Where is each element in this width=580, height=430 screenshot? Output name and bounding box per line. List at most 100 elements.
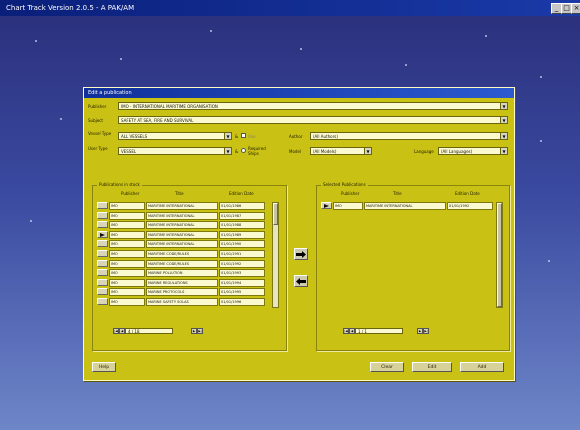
chevron-down-icon[interactable]: ▼ [500, 103, 507, 109]
cell-edition-date[interactable]: 01/01/1994 [219, 278, 265, 287]
cell-edition-date[interactable]: 01/01/1991 [219, 250, 265, 258]
subject-value: SAFETY AT SEA, FIRE AND SURVIVAL [121, 118, 194, 123]
cell-edition-date[interactable]: 01/01/1995 [219, 288, 265, 297]
cell-publisher[interactable]: IMO [109, 259, 145, 268]
help-button[interactable]: Help [92, 362, 116, 372]
language-value: (All Languages) [441, 149, 473, 154]
dialog-title-bar: Edit a publication [84, 88, 514, 98]
row-selector[interactable] [97, 269, 108, 277]
cell-edition-date[interactable]: 01/01/1993 [219, 269, 265, 278]
row-selector[interactable] [97, 259, 108, 267]
cell-title[interactable]: MARITIME INTERNATIONAL [146, 202, 218, 210]
move-left-button[interactable] [294, 275, 308, 287]
vessel-type-label: Vessel Type [88, 131, 112, 136]
model-label: Model [289, 149, 302, 154]
column-header-title: Title [175, 191, 184, 196]
author-value: (All Authors) [313, 134, 338, 139]
subject-select[interactable]: SAFETY AT SEA, FIRE AND SURVIVAL ▼ [118, 116, 508, 124]
close-button[interactable]: × [571, 3, 580, 14]
panel-title: Publications in stock [97, 182, 142, 187]
required-ships-radio[interactable] [241, 148, 246, 153]
column-header-edition-date: Edition Date [455, 191, 480, 196]
star-decoration [485, 35, 487, 37]
cell-title[interactable]: MARITIME INTERNATIONAL [364, 202, 446, 210]
row-selector[interactable] [97, 250, 108, 257]
edit-publication-dialog: Edit a publication Publisher IMO - INTER… [83, 87, 515, 381]
star-decoration [120, 58, 122, 60]
row-selector[interactable] [97, 230, 108, 238]
cell-publisher[interactable]: IMO [333, 202, 363, 210]
row-selector[interactable] [97, 288, 108, 296]
cell-title[interactable]: MARITIME INTERNATIONAL [146, 230, 218, 239]
chevron-down-icon[interactable]: ▼ [224, 133, 231, 139]
cell-title[interactable]: MARITIME INTERNATIONAL [146, 221, 218, 230]
use-label: Use [248, 134, 256, 139]
scrollbar-thumb[interactable] [497, 203, 502, 307]
cell-title[interactable]: MARINE REGULATIONS [146, 278, 218, 287]
cell-title[interactable]: MARITIME CODE/RULES [146, 250, 218, 258]
scrollbar-thumb[interactable] [273, 203, 278, 225]
star-decoration [30, 220, 32, 222]
user-type-amp: & [235, 149, 239, 154]
row-selector[interactable] [97, 202, 108, 209]
record-position[interactable]: 4 / 18 [125, 328, 173, 334]
cell-edition-date[interactable]: 01/01/1986 [219, 202, 265, 210]
cell-edition-date[interactable]: 01/01/1992 [447, 202, 493, 210]
language-select[interactable]: (All Languages) ▼ [438, 147, 508, 155]
cell-title[interactable]: MARITIME CODE/RULES [146, 259, 218, 268]
cell-edition-date[interactable]: 01/01/1988 [219, 221, 265, 230]
last-record-button[interactable]: ▶| [197, 328, 203, 334]
move-right-button[interactable] [294, 248, 308, 260]
cell-publisher[interactable]: IMO [109, 278, 145, 287]
chevron-down-icon[interactable]: ▼ [500, 133, 507, 139]
cell-publisher[interactable]: IMO [109, 230, 145, 239]
author-select[interactable]: (All Authors) ▼ [310, 132, 508, 140]
row-selector[interactable] [97, 298, 108, 305]
cell-publisher[interactable]: IMO [109, 202, 145, 210]
cell-edition-date[interactable]: 01/01/1992 [219, 259, 265, 268]
star-decoration [300, 48, 302, 50]
cell-publisher[interactable]: IMO [109, 288, 145, 297]
column-header-title: Title [393, 191, 402, 196]
edit-button[interactable]: Edit [412, 362, 452, 372]
row-selector[interactable] [97, 240, 108, 248]
vessel-type-select[interactable]: ALL VESSELS ▼ [118, 132, 232, 140]
cell-publisher[interactable]: IMO [109, 269, 145, 278]
record-position[interactable]: 1 / 1 [355, 328, 403, 334]
column-header-publisher: Publisher [341, 191, 360, 196]
model-select[interactable]: (All Models) ▼ [310, 147, 372, 155]
cell-edition-date[interactable]: 01/01/1989 [219, 230, 265, 239]
chevron-down-icon[interactable]: ▼ [224, 148, 231, 154]
cell-publisher[interactable]: IMO [109, 211, 145, 220]
cell-edition-date[interactable]: 01/01/1996 [219, 298, 265, 306]
row-selector[interactable] [321, 202, 332, 209]
arrow-left-icon [296, 277, 306, 285]
required-ships-label: Required Ships [248, 146, 266, 156]
cell-publisher[interactable]: IMO [109, 250, 145, 258]
selected-scrollbar[interactable] [496, 202, 503, 308]
add-button[interactable]: Add [460, 362, 504, 372]
chevron-down-icon[interactable]: ▼ [500, 117, 507, 123]
publisher-value: IMO - INTERNATIONAL MARITIME ORGANISATIO… [121, 104, 218, 109]
chevron-down-icon[interactable]: ▼ [364, 148, 371, 154]
clear-button[interactable]: Clear [370, 362, 404, 372]
stock-scrollbar[interactable] [272, 202, 279, 308]
use-checkbox[interactable] [241, 133, 246, 138]
cell-title[interactable]: MARINE SAFETY SOLAS [146, 298, 218, 306]
cell-edition-date[interactable]: 01/01/1990 [219, 240, 265, 249]
cell-title[interactable]: MARINE POLLUTION [146, 269, 218, 278]
cell-publisher[interactable]: IMO [109, 298, 145, 306]
publisher-select[interactable]: IMO - INTERNATIONAL MARITIME ORGANISATIO… [118, 102, 508, 110]
chevron-down-icon[interactable]: ▼ [500, 148, 507, 154]
row-selector[interactable] [97, 278, 108, 286]
row-selector[interactable] [97, 221, 108, 229]
cell-title[interactable]: MARITIME INTERNATIONAL [146, 211, 218, 220]
row-selector[interactable] [97, 211, 108, 219]
cell-publisher[interactable]: IMO [109, 240, 145, 249]
cell-title[interactable]: MARITIME INTERNATIONAL [146, 240, 218, 249]
user-type-select[interactable]: VESSEL ▼ [118, 147, 232, 155]
cell-title[interactable]: MARINE PROTOCOLS [146, 288, 218, 297]
cell-edition-date[interactable]: 01/01/1987 [219, 211, 265, 220]
last-record-button[interactable]: ▶| [423, 328, 429, 334]
cell-publisher[interactable]: IMO [109, 221, 145, 230]
